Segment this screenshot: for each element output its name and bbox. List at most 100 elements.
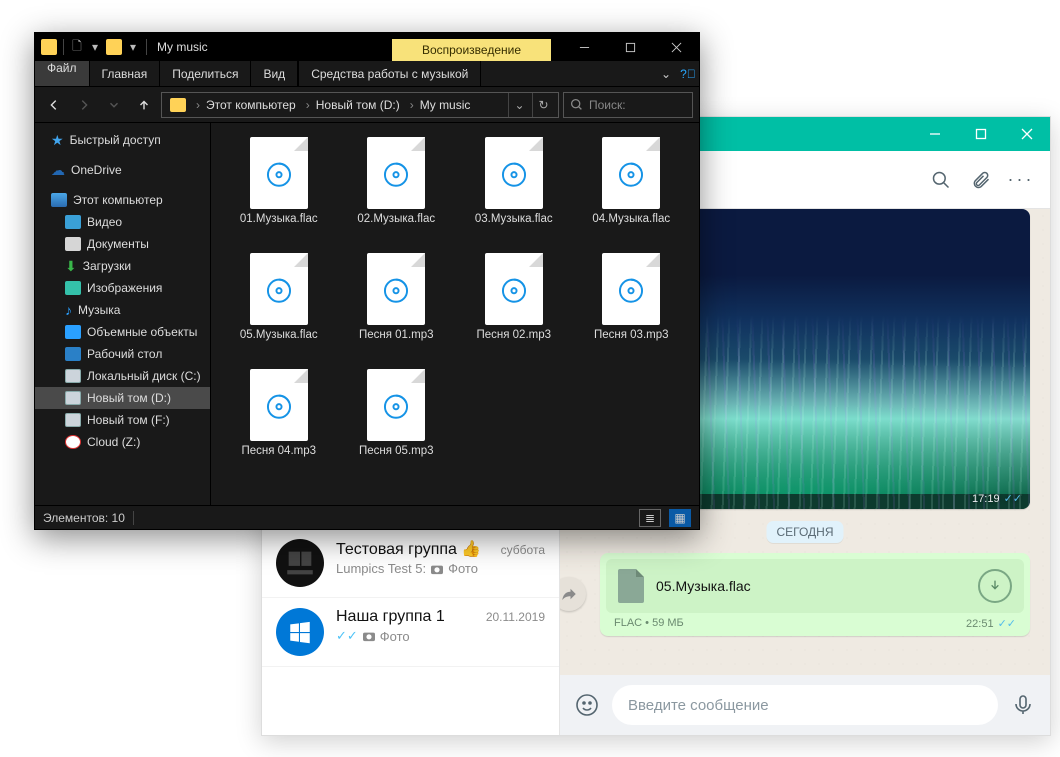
- file-name: 01.Музыка.flac: [240, 213, 318, 225]
- ribbon-tabs: Файл Главная Поделиться Вид Средства раб…: [35, 61, 699, 87]
- tree-item[interactable]: Локальный диск (C:): [35, 365, 210, 387]
- folder-icon: [41, 39, 57, 55]
- file-item[interactable]: Песня 05.mp3: [339, 369, 455, 479]
- tree-item[interactable]: Cloud (Z:): [35, 431, 210, 453]
- minimize-button[interactable]: [561, 33, 607, 61]
- folder-icon: [106, 39, 122, 55]
- 3d-icon: [65, 325, 81, 339]
- pictures-icon: [65, 281, 81, 295]
- file-item[interactable]: 02.Музыка.flac: [339, 137, 455, 247]
- day-separator: СЕГОДНЯ: [766, 521, 843, 543]
- view-details-button[interactable]: ≣: [639, 509, 661, 527]
- ribbon-tab-home[interactable]: Главная: [90, 61, 161, 86]
- minimize-button[interactable]: [912, 117, 958, 151]
- close-button[interactable]: [653, 33, 699, 61]
- file-item[interactable]: 04.Музыка.flac: [574, 137, 690, 247]
- message-input-bar: Введите сообщение: [560, 675, 1050, 735]
- close-button[interactable]: [1004, 117, 1050, 151]
- message-input[interactable]: Введите сообщение: [612, 685, 998, 725]
- qat-button[interactable]: 🗋: [70, 40, 84, 54]
- tree-item[interactable]: Рабочий стол: [35, 343, 210, 365]
- avatar: [276, 539, 324, 587]
- maximize-button[interactable]: [607, 33, 653, 61]
- file-item[interactable]: 05.Музыка.flac: [221, 253, 337, 363]
- file-name: Песня 03.mp3: [594, 329, 669, 341]
- tree-item[interactable]: Видео: [35, 211, 210, 233]
- file-name: 02.Музыка.flac: [357, 213, 435, 225]
- tree-item[interactable]: Новый том (D:): [35, 387, 210, 409]
- music-icon: ♪: [65, 302, 72, 318]
- folder-icon: [170, 98, 186, 112]
- attach-icon[interactable]: [970, 169, 992, 191]
- emoji-icon[interactable]: [574, 692, 600, 718]
- drive-icon: [65, 369, 81, 383]
- file-item[interactable]: 01.Музыка.flac: [221, 137, 337, 247]
- ribbon-tab-music-tools[interactable]: Средства работы с музыкой: [298, 61, 481, 86]
- documents-icon: [65, 237, 81, 251]
- download-button[interactable]: [978, 569, 1012, 603]
- drive-icon: [65, 391, 81, 405]
- camera-icon: [430, 563, 444, 575]
- menu-icon[interactable]: ···: [1010, 169, 1032, 191]
- file-item[interactable]: Песня 04.mp3: [221, 369, 337, 479]
- music-file-icon: [367, 253, 425, 325]
- navigation-bar: ›Этот компьютер ›Новый том (D:) ›My musi…: [35, 87, 699, 123]
- file-meta: FLAC • 59 МБ: [614, 617, 684, 630]
- music-file-icon: [485, 137, 543, 209]
- chat-time: суббота: [501, 543, 545, 557]
- file-item[interactable]: Песня 02.mp3: [456, 253, 572, 363]
- tree-item[interactable]: Изображения: [35, 277, 210, 299]
- refresh-button[interactable]: ↻: [532, 93, 554, 117]
- tree-this-pc[interactable]: Этот компьютер: [35, 189, 210, 211]
- file-item[interactable]: 03.Музыка.flac: [456, 137, 572, 247]
- address-bar[interactable]: ›Этот компьютер ›Новый том (D:) ›My musi…: [161, 92, 559, 118]
- tree-quick-access[interactable]: ★Быстрый доступ: [35, 129, 210, 151]
- tree-item[interactable]: Новый том (F:): [35, 409, 210, 431]
- music-file-icon: [602, 253, 660, 325]
- ribbon-tab-view[interactable]: Вид: [251, 61, 298, 86]
- search-input[interactable]: Поиск:: [563, 92, 693, 118]
- view-icons-button[interactable]: ▦: [669, 509, 691, 527]
- file-item[interactable]: Песня 01.mp3: [339, 253, 455, 363]
- maximize-button[interactable]: [958, 117, 1004, 151]
- file-name: 05.Музыка.flac: [240, 329, 318, 341]
- mic-icon[interactable]: [1010, 692, 1036, 718]
- message-file[interactable]: 05.Музыка.flac FLAC • 59 МБ 22:51✓✓: [600, 553, 1030, 636]
- file-name: Песня 01.mp3: [359, 329, 434, 341]
- forward-button[interactable]: [71, 92, 97, 118]
- breadcrumb[interactable]: Новый том (D:): [316, 98, 400, 112]
- music-file-icon: [250, 369, 308, 441]
- drive-icon: [65, 413, 81, 427]
- breadcrumb[interactable]: Этот компьютер: [206, 98, 296, 112]
- ribbon-tab-file[interactable]: Файл: [35, 61, 90, 86]
- music-file-icon: [485, 253, 543, 325]
- item-count: Элементов: 10: [43, 511, 125, 525]
- drive-icon: [65, 435, 81, 449]
- back-button[interactable]: [41, 92, 67, 118]
- tree-item[interactable]: ♪Музыка: [35, 299, 210, 321]
- tree-onedrive[interactable]: ☁OneDrive: [35, 159, 210, 181]
- recent-dropdown[interactable]: [101, 92, 127, 118]
- file-name: Песня 05.mp3: [359, 445, 434, 457]
- breadcrumb[interactable]: My music: [420, 98, 471, 112]
- tree-item[interactable]: ⬇Загрузки: [35, 255, 210, 277]
- address-dropdown[interactable]: ⌄: [508, 93, 530, 117]
- help-icon[interactable]: ?⃝: [677, 61, 699, 86]
- qat-chevron[interactable]: ▾: [126, 40, 140, 54]
- star-icon: ★: [51, 133, 64, 147]
- ribbon-tab-share[interactable]: Поделиться: [160, 61, 251, 86]
- explorer-titlebar[interactable]: 🗋 ▾ ▾ My music Воспроизведение: [35, 33, 699, 61]
- qat-button[interactable]: ▾: [88, 40, 102, 54]
- music-file-icon: [367, 369, 425, 441]
- file-grid[interactable]: 01.Музыка.flac 02.Музыка.flac 03.Музыка.fl…: [211, 123, 699, 505]
- search-icon[interactable]: [930, 169, 952, 191]
- tree-item[interactable]: Объемные объекты: [35, 321, 210, 343]
- chat-list-item[interactable]: Наша группа 120.11.2019 ✓✓Фото: [262, 598, 559, 667]
- chat-list-item[interactable]: Тестовая группа 👍суббота Lumpics Test 5:…: [262, 529, 559, 598]
- file-item[interactable]: Песня 03.mp3: [574, 253, 690, 363]
- up-button[interactable]: [131, 92, 157, 118]
- forward-button[interactable]: [560, 577, 586, 611]
- tree-item[interactable]: Документы: [35, 233, 210, 255]
- music-file-icon: [250, 137, 308, 209]
- ribbon-collapse-icon[interactable]: ⌄: [655, 61, 677, 86]
